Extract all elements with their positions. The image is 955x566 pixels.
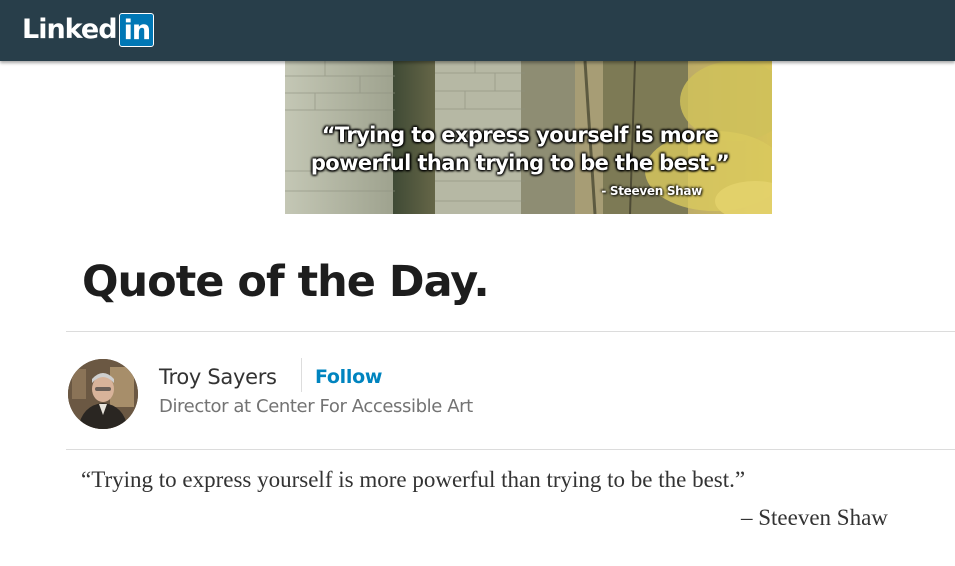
banner-quote-line-1: “Trying to express yourself is more (321, 123, 719, 147)
banner-quote-line-2: powerful than trying to be the best.” (310, 151, 730, 175)
logo-wordmark: Linked (22, 14, 118, 45)
article-title: Quote of the Day. (82, 257, 490, 307)
top-nav-bar: Linked in (0, 0, 955, 61)
article-body-quote: “Trying to express yourself is more powe… (81, 467, 746, 492)
author-avatar[interactable] (68, 359, 138, 429)
banner-image: “Trying to express yourself is more powe… (285, 61, 772, 214)
divider-bottom (66, 449, 955, 450)
follow-button[interactable]: Follow (315, 362, 382, 392)
banner-quote-author: - Steeven Shaw (601, 184, 702, 198)
avatar-photo (68, 359, 138, 429)
name-follow-separator (301, 358, 302, 392)
banner-quote-text: “Trying to express yourself is more powe… (285, 121, 755, 177)
author-headline: Director at Center For Accessible Art (159, 396, 473, 417)
article-body-attribution: – Steeven Shaw (741, 505, 888, 530)
linkedin-logo[interactable]: Linked in (22, 13, 155, 47)
divider-top (66, 331, 955, 332)
logo-in-box: in (118, 13, 155, 47)
author-name[interactable]: Troy Sayers (159, 362, 277, 392)
